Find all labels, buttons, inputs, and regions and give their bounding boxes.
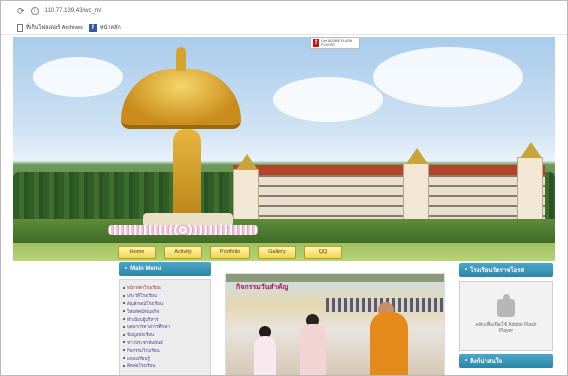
tent-awning <box>226 274 444 282</box>
cloud <box>273 77 383 122</box>
menu-item[interactable]: บุคลากรทางการศึกษา <box>123 323 207 331</box>
main-menu-list: หน้าหลักโรงเรียน ประวัติโรงเรียน สัญลักษ… <box>119 279 211 375</box>
menu-item[interactable]: ข่าวประชาสัมพันธ์ <box>123 339 207 347</box>
nav-home[interactable]: Home <box>118 245 156 259</box>
right-panel-title: โรงเรียนวัดราชโอรส <box>470 268 525 274</box>
monk-figure <box>370 312 408 375</box>
bullet-icon: • <box>125 266 128 272</box>
main-nav: Home Activity Portfolio Gallery QQ <box>13 243 555 261</box>
nav-activity[interactable]: Activity <box>164 245 202 259</box>
building-tower <box>517 142 543 225</box>
flash-plugin-placeholder[interactable]: คลิกเพื่อเปิดใช้ Adobe Flash Player <box>459 281 553 351</box>
menu-item[interactable]: หน้าหลักโรงเรียน <box>123 284 207 292</box>
main-menu-header: • Main Menu <box>119 262 211 276</box>
photo-caption: กิจกรรมวันสำคัญ <box>236 283 289 291</box>
page-icon <box>17 23 23 32</box>
cloud <box>373 47 523 107</box>
address-bar[interactable]: ⟳ i 110.77.139.43/wc_m/ <box>1 1 567 21</box>
facebook-icon: f <box>88 23 97 32</box>
links-panel-title: ลิงก์น่าสนใจ <box>470 359 503 365</box>
right-panel-header: • โรงเรียนวัดราชโอรส <box>459 263 553 277</box>
bookmark-label: หน้าหลัก <box>99 24 121 31</box>
bullet-icon: • <box>465 267 468 273</box>
menu-item[interactable]: กิจกรรมโรงเรียน <box>123 346 207 354</box>
main-menu-title: Main Menu <box>130 266 162 272</box>
browser-window: ⟳ i 110.77.139.43/wc_m/ ที่เก็บโฟลเดอร์ … <box>0 0 568 376</box>
menu-item[interactable]: วิสัยทัศน์/พันธกิจ <box>123 307 207 315</box>
building-facade <box>233 175 545 225</box>
plugin-puzzle-icon <box>497 293 515 317</box>
nav-portfolio[interactable]: Portfolio <box>210 245 250 259</box>
cloud <box>33 57 123 97</box>
bookmark-facebook[interactable]: f หน้าหลัก <box>88 23 121 32</box>
header-banner: f Get ADOBE FLASH PLAYER <box>13 37 555 243</box>
teacher-figure <box>300 324 326 375</box>
info-icon[interactable]: i <box>30 7 39 15</box>
school-building <box>233 142 545 225</box>
bullet-icon: • <box>465 358 468 364</box>
menu-item[interactable]: ประวัติโรงเรียน <box>123 292 207 300</box>
reload-icon[interactable]: ⟳ <box>17 6 25 17</box>
flash-badge-text: Get ADOBE FLASH PLAYER <box>321 39 353 47</box>
bookmark-archives[interactable]: ที่เก็บโฟลเดอร์ Archives <box>17 23 83 32</box>
url-text[interactable]: 110.77.139.43/wc_m/ <box>45 8 102 14</box>
flash-plugin-text: คลิกเพื่อเปิดใช้ Adobe Flash Player <box>475 321 537 334</box>
flower-bed <box>108 225 258 235</box>
building-tower <box>403 148 429 225</box>
menu-item[interactable]: แหล่งเรียนรู้ <box>123 354 207 362</box>
menu-item[interactable]: ทำเนียบผู้บริหาร <box>123 315 207 323</box>
menu-item[interactable]: ข้อมูลนักเรียน <box>123 331 207 339</box>
bookmark-label: ที่เก็บโฟลเดอร์ Archives <box>26 24 83 31</box>
lawn <box>13 219 555 243</box>
golden-parasol <box>121 47 241 129</box>
flash-player-badge[interactable]: f Get ADOBE FLASH PLAYER <box>310 37 360 49</box>
bookmarks-bar: ที่เก็บโฟลเดอร์ Archives f หน้าหลัก <box>1 21 567 35</box>
menu-item[interactable]: ติดต่อโรงเรียน <box>123 362 207 370</box>
building-tower <box>233 154 259 225</box>
buddha-statue <box>173 129 201 221</box>
nav-gallery[interactable]: Gallery <box>258 245 296 259</box>
student-figure <box>254 336 276 375</box>
activity-photo[interactable]: กิจกรรมวันสำคัญ <box>225 273 445 375</box>
menu-item[interactable]: สัญลักษณ์โรงเรียน <box>123 300 207 308</box>
links-panel-header: • ลิงก์น่าสนใจ <box>459 354 553 368</box>
flash-icon: f <box>313 39 320 47</box>
nav-qq[interactable]: QQ <box>304 245 342 259</box>
